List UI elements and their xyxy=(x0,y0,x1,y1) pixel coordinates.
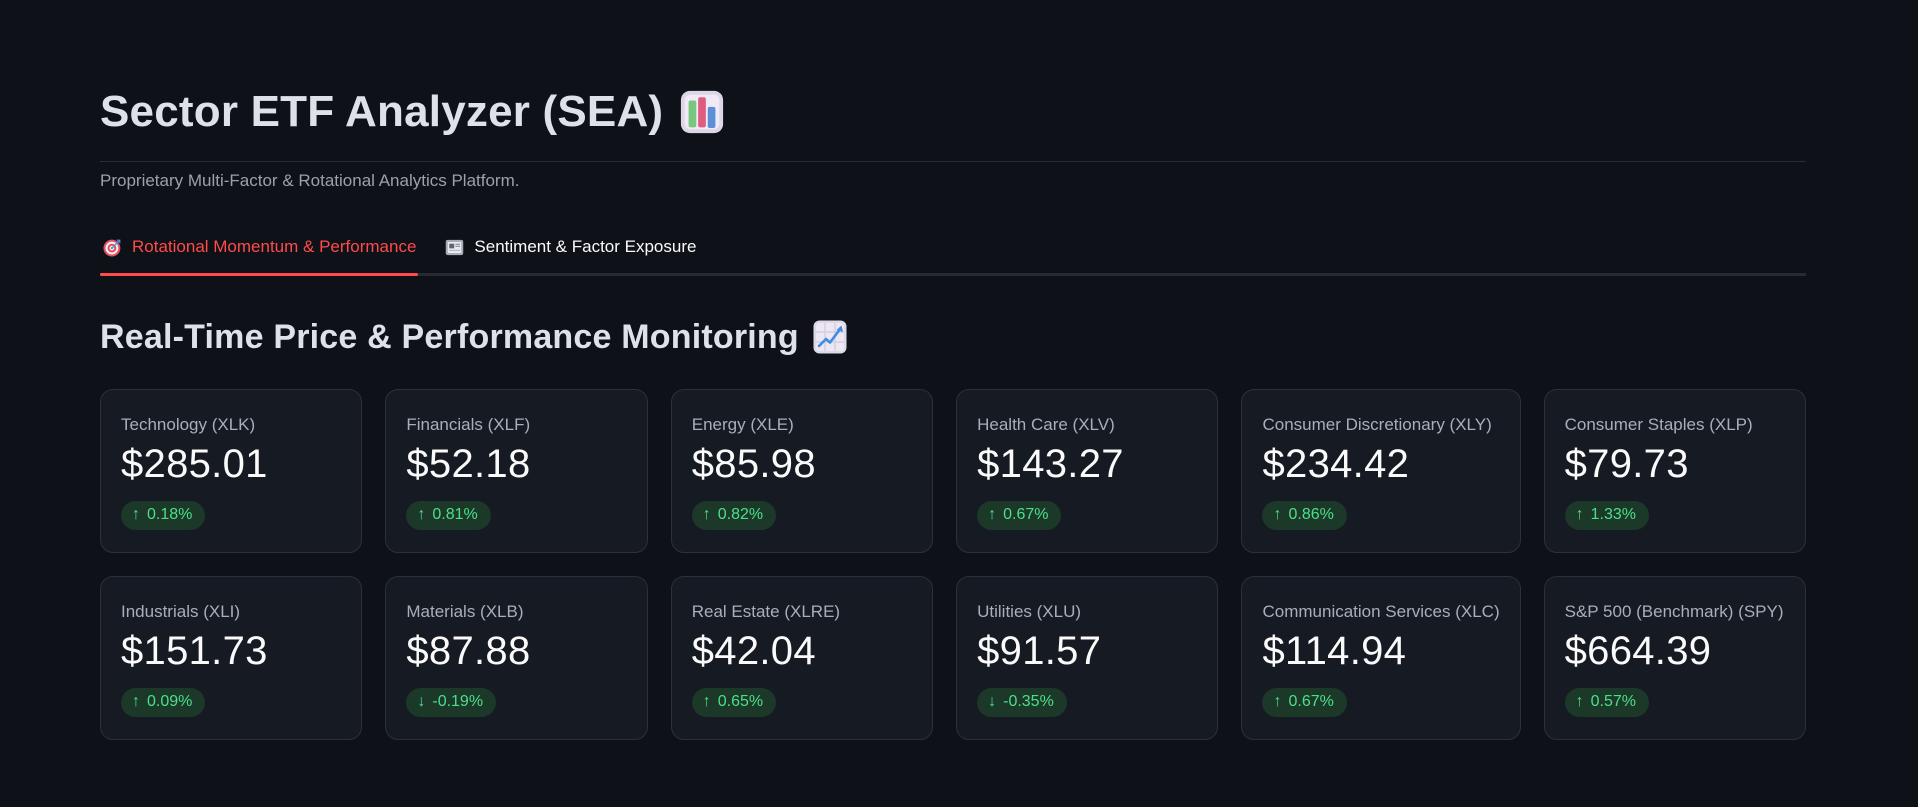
metric-delta-badge: ↑ 0.09% xyxy=(121,688,206,717)
metric-value: $91.57 xyxy=(977,629,1102,674)
metrics-grid: Technology (XLK) $285.01 ↑ 0.18% Financi… xyxy=(100,388,1806,740)
delta-text: 0.82% xyxy=(717,506,764,524)
metric-delta-badge: ↑ 0.65% xyxy=(691,688,777,717)
delta-text: 1.33% xyxy=(1590,506,1636,524)
metric-label: Utilities (XLU) xyxy=(977,601,1082,621)
metric-card-xlu: Utilities (XLU) $91.57 ↓ -0.35% xyxy=(956,575,1219,740)
metric-card-spy: S&P 500 (Benchmark) (SPY) $664.39 ↑ 0.57… xyxy=(1543,575,1806,740)
arrow-up-icon: ↑ xyxy=(1575,693,1584,711)
metric-delta-badge: ↑ 0.86% xyxy=(1262,501,1347,530)
metric-label: S&P 500 (Benchmark) (SPY) xyxy=(1564,601,1784,621)
delta-text: -0.35% xyxy=(1003,693,1054,711)
metric-value: $85.98 xyxy=(691,442,816,487)
delta-text: 0.65% xyxy=(717,693,764,711)
metric-delta-badge: ↑ 0.18% xyxy=(121,501,206,530)
delta-text: 0.67% xyxy=(1003,506,1049,524)
metric-value: $285.01 xyxy=(121,442,268,487)
main-content: Sector ETF Analyzer (SEA) Proprietary Mu… xyxy=(100,0,1806,740)
section-heading: Real-Time Price & Performance Monitoring xyxy=(100,318,1806,357)
metric-label: Energy (XLE) xyxy=(691,414,794,434)
delta-text: 0.18% xyxy=(147,506,193,524)
delta-text: 0.57% xyxy=(1590,693,1636,711)
newspaper-icon xyxy=(444,237,465,258)
metric-card-xlb: Materials (XLB) $87.88 ↓ -0.19% xyxy=(385,575,648,740)
metric-card-xlk: Technology (XLK) $285.01 ↑ 0.18% xyxy=(100,388,363,553)
metric-card-xlv: Health Care (XLV) $143.27 ↑ 0.67% xyxy=(956,388,1219,553)
metric-label: Consumer Staples (XLP) xyxy=(1564,414,1753,434)
delta-text: 0.67% xyxy=(1288,693,1334,711)
tab-bar: Rotational Momentum & Performance Sentim… xyxy=(100,237,1806,276)
arrow-up-icon: ↑ xyxy=(988,506,997,524)
chart-increasing-emoji-icon xyxy=(812,319,848,355)
metric-label: Health Care (XLV) xyxy=(977,414,1115,434)
app-subtitle: Proprietary Multi-Factor & Rotational An… xyxy=(100,170,520,190)
metric-delta-badge: ↓ -0.19% xyxy=(406,688,497,717)
tab-sentiment-factor[interactable]: Sentiment & Factor Exposure xyxy=(442,237,698,273)
metric-card-xli: Industrials (XLI) $151.73 ↑ 0.09% xyxy=(100,575,363,740)
metric-delta-badge: ↓ -0.35% xyxy=(977,688,1067,717)
arrow-up-icon: ↑ xyxy=(1575,506,1584,524)
metric-card-xly: Consumer Discretionary (XLY) $234.42 ↑ 0… xyxy=(1241,388,1521,553)
arrow-up-icon: ↑ xyxy=(132,506,140,524)
tab-label: Sentiment & Factor Exposure xyxy=(474,237,697,257)
arrow-down-icon: ↓ xyxy=(988,693,997,711)
arrow-down-icon: ↓ xyxy=(417,693,426,711)
arrow-up-icon: ↑ xyxy=(417,506,426,524)
metric-value: $143.27 xyxy=(977,442,1124,487)
page-title-text: Sector ETF Analyzer (SEA) xyxy=(100,87,664,136)
metric-value: $151.73 xyxy=(121,629,268,674)
metric-card-xlc: Communication Services (XLC) $114.94 ↑ 0… xyxy=(1241,575,1521,740)
tab-label: Rotational Momentum & Performance xyxy=(132,237,417,257)
metric-label: Real Estate (XLRE) xyxy=(691,601,841,621)
metric-value: $87.88 xyxy=(406,629,531,674)
section-heading-text: Real-Time Price & Performance Monitoring xyxy=(100,317,799,356)
page-title: Sector ETF Analyzer (SEA) xyxy=(100,86,1806,139)
metric-value: $42.04 xyxy=(691,629,816,674)
metric-value: $79.73 xyxy=(1564,442,1689,487)
arrow-up-icon: ↑ xyxy=(702,693,711,711)
metric-label: Financials (XLF) xyxy=(406,414,531,434)
metric-card-xlre: Real Estate (XLRE) $42.04 ↑ 0.65% xyxy=(670,575,934,740)
arrow-up-icon: ↑ xyxy=(132,693,140,711)
metric-delta-badge: ↑ 0.67% xyxy=(977,501,1062,530)
dart-target-icon xyxy=(102,237,123,258)
metric-label: Technology (XLK) xyxy=(121,414,256,434)
metric-value: $114.94 xyxy=(1262,629,1407,674)
metric-value: $52.18 xyxy=(406,442,531,487)
delta-text: -0.19% xyxy=(432,693,484,711)
arrow-up-icon: ↑ xyxy=(1273,693,1282,711)
metric-delta-badge: ↑ 0.57% xyxy=(1564,688,1649,717)
arrow-up-icon: ↑ xyxy=(1273,506,1282,524)
metric-delta-badge: ↑ 0.67% xyxy=(1262,688,1347,717)
title-divider xyxy=(100,160,1806,162)
delta-text: 0.81% xyxy=(432,506,478,524)
metric-card-xlf: Financials (XLF) $52.18 ↑ 0.81% xyxy=(385,388,648,553)
delta-text: 0.09% xyxy=(147,693,193,711)
bar-chart-emoji-icon xyxy=(679,89,725,135)
metric-label: Industrials (XLI) xyxy=(121,601,241,621)
arrow-up-icon: ↑ xyxy=(702,506,711,524)
metric-value: $664.39 xyxy=(1564,629,1712,674)
metric-delta-badge: ↑ 1.33% xyxy=(1564,501,1649,530)
metric-card-xlp: Consumer Staples (XLP) $79.73 ↑ 1.33% xyxy=(1543,388,1806,553)
delta-text: 0.86% xyxy=(1288,506,1334,524)
metric-card-xle: Energy (XLE) $85.98 ↑ 0.82% xyxy=(670,388,934,553)
tab-rotational-momentum[interactable]: Rotational Momentum & Performance xyxy=(100,237,419,276)
metric-label: Materials (XLB) xyxy=(406,601,524,621)
metric-delta-badge: ↑ 0.82% xyxy=(691,501,777,530)
metric-delta-badge: ↑ 0.81% xyxy=(406,501,491,530)
metric-label: Communication Services (XLC) xyxy=(1262,601,1500,621)
metric-value: $234.42 xyxy=(1262,442,1410,487)
metric-label: Consumer Discretionary (XLY) xyxy=(1262,414,1492,434)
